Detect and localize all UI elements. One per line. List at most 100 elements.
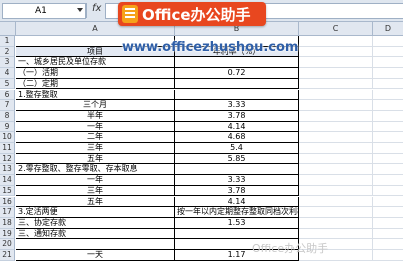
- cell-d[interactable]: [373, 143, 403, 154]
- cell-a[interactable]: 五年: [16, 153, 175, 165]
- cell-d[interactable]: [373, 239, 403, 250]
- row-header[interactable]: 12: [0, 153, 15, 165]
- cell-a[interactable]: 三、协定存款: [16, 217, 175, 229]
- cell-a[interactable]: 三、通知存款: [16, 228, 175, 240]
- cell-c[interactable]: [299, 185, 373, 197]
- cell-b[interactable]: 按一年以内定期整存整取同档次利率打6折: [175, 207, 299, 218]
- cell-c[interactable]: [299, 36, 373, 47]
- cell-c[interactable]: [299, 153, 373, 165]
- cell-d[interactable]: [373, 90, 403, 101]
- cell-c[interactable]: [299, 78, 373, 90]
- row-header[interactable]: 14: [0, 175, 15, 186]
- cell-d[interactable]: [373, 79, 403, 90]
- cell-d[interactable]: [373, 36, 403, 47]
- cell-b[interactable]: 5.85: [175, 153, 299, 165]
- cell-b[interactable]: [175, 164, 299, 176]
- row-header[interactable]: 13: [0, 164, 15, 176]
- cell-b[interactable]: [175, 89, 299, 101]
- cell-c[interactable]: [299, 196, 373, 208]
- cell-c[interactable]: [299, 217, 373, 229]
- cell-a[interactable]: 三个月: [16, 100, 175, 111]
- cell-d[interactable]: [373, 68, 403, 79]
- cell-d[interactable]: [373, 218, 403, 229]
- cell-c[interactable]: [299, 110, 373, 122]
- cell-d[interactable]: [373, 47, 403, 58]
- cell-d[interactable]: [373, 186, 403, 197]
- row-header[interactable]: 9: [0, 121, 15, 133]
- cell-d[interactable]: [373, 100, 403, 111]
- cell-c[interactable]: [299, 164, 373, 176]
- column-header-c[interactable]: C: [299, 22, 373, 36]
- cell-a[interactable]: 一年: [16, 175, 175, 186]
- row-header[interactable]: 19: [0, 228, 15, 240]
- row-header[interactable]: 20: [0, 239, 15, 250]
- cell-d[interactable]: [373, 197, 403, 208]
- cell-b[interactable]: 0.72: [175, 68, 299, 79]
- row-header[interactable]: 16: [0, 196, 15, 208]
- cell-c[interactable]: [299, 89, 373, 101]
- cell-d[interactable]: [373, 122, 403, 133]
- cell-a[interactable]: 二年: [16, 132, 175, 143]
- cell-a[interactable]: 一、城乡居民及单位存款: [16, 57, 175, 69]
- row-header[interactable]: 4: [0, 68, 15, 79]
- cell-c[interactable]: [299, 207, 373, 218]
- cell-b[interactable]: 4.14: [175, 121, 299, 133]
- cell-c[interactable]: [299, 57, 373, 69]
- cell-b[interactable]: 1.53: [175, 217, 299, 229]
- cell-d[interactable]: [373, 57, 403, 69]
- cell-a[interactable]: 2.零存整取、整存零取、存本取息: [16, 164, 175, 176]
- cell-c[interactable]: [299, 132, 373, 143]
- cell-d[interactable]: [373, 175, 403, 186]
- cell-b[interactable]: [175, 78, 299, 90]
- cell-b[interactable]: 4.68: [175, 132, 299, 143]
- row-header[interactable]: 3: [0, 57, 15, 69]
- cell-d[interactable]: [373, 132, 403, 143]
- fx-icon[interactable]: fx: [92, 3, 101, 14]
- cell-a[interactable]: [16, 239, 175, 250]
- cell-d[interactable]: [373, 154, 403, 165]
- cell-b[interactable]: 4.14: [175, 196, 299, 208]
- row-header[interactable]: 15: [0, 185, 15, 197]
- cell-a[interactable]: 半年: [16, 110, 175, 122]
- cell-c[interactable]: [299, 46, 373, 58]
- cell-c[interactable]: [299, 68, 373, 79]
- cell-a[interactable]: （二）定期: [16, 78, 175, 90]
- row-header[interactable]: 10: [0, 132, 15, 143]
- cell-d[interactable]: [373, 164, 403, 176]
- cell-b[interactable]: [175, 57, 299, 69]
- cell-b[interactable]: 3.33: [175, 175, 299, 186]
- cell-a[interactable]: 三年: [16, 185, 175, 197]
- cell-c[interactable]: [299, 121, 373, 133]
- cell-b[interactable]: 3.78: [175, 110, 299, 122]
- chevron-down-icon[interactable]: [77, 8, 83, 12]
- cell-a[interactable]: 3.定活两便: [16, 207, 175, 218]
- cell-c[interactable]: [299, 228, 373, 240]
- row-header[interactable]: 2: [0, 46, 15, 58]
- column-header-d[interactable]: D: [373, 22, 403, 36]
- cell-c[interactable]: [299, 143, 373, 154]
- row-header[interactable]: 6: [0, 89, 15, 101]
- cell-b[interactable]: 3.33: [175, 100, 299, 111]
- row-header[interactable]: 11: [0, 143, 15, 154]
- cell-a[interactable]: 一年: [16, 121, 175, 133]
- row-header[interactable]: 7: [0, 100, 15, 111]
- cell-a[interactable]: 五年: [16, 196, 175, 208]
- row-header[interactable]: 18: [0, 217, 15, 229]
- row-header[interactable]: 1: [0, 36, 15, 47]
- cell-d[interactable]: [373, 229, 403, 240]
- cell-a[interactable]: 三年: [16, 143, 175, 154]
- cell-c[interactable]: [299, 100, 373, 111]
- cell-c[interactable]: [299, 175, 373, 186]
- cell-d[interactable]: [373, 111, 403, 122]
- row-header[interactable]: 17: [0, 207, 15, 218]
- cell-b[interactable]: [175, 228, 299, 240]
- cell-a[interactable]: 1.整存整取: [16, 89, 175, 101]
- cell-b[interactable]: 5.4: [175, 143, 299, 154]
- select-all-corner[interactable]: [0, 22, 16, 36]
- cell-d[interactable]: [373, 207, 403, 218]
- row-header[interactable]: 8: [0, 110, 15, 122]
- row-header[interactable]: 5: [0, 78, 15, 90]
- cell-a[interactable]: （一）活期: [16, 68, 175, 79]
- name-box[interactable]: A1: [2, 3, 86, 19]
- cell-b[interactable]: 3.78: [175, 185, 299, 197]
